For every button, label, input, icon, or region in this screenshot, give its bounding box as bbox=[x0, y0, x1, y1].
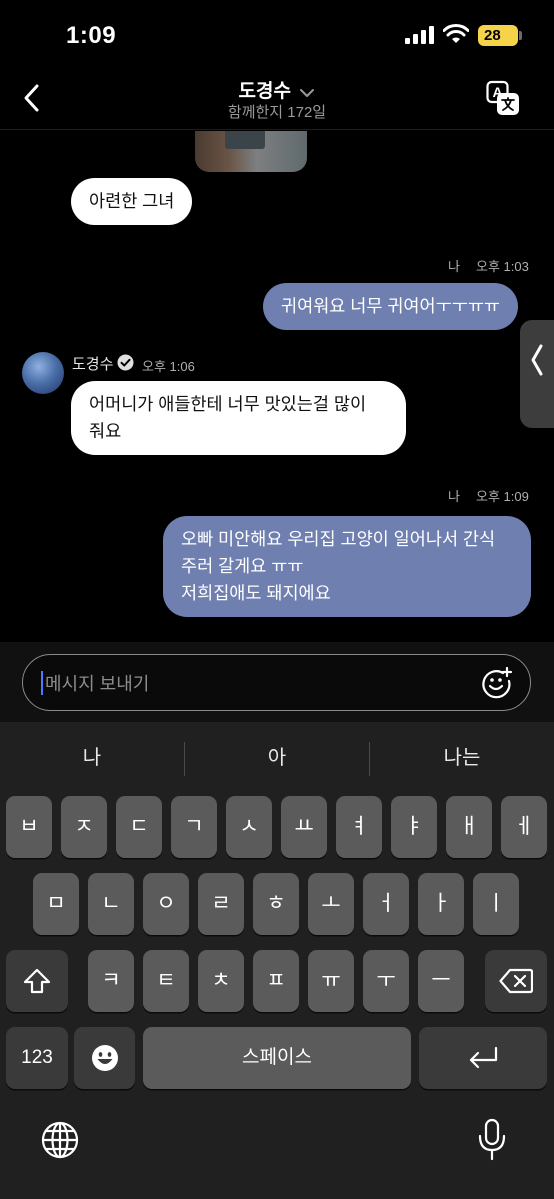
composer-bar: 메시지 보내기 bbox=[0, 642, 554, 722]
backspace-key[interactable] bbox=[485, 950, 547, 1012]
chat-title-button[interactable]: 도경수 bbox=[0, 76, 554, 103]
message-input[interactable]: 메시지 보내기 bbox=[22, 654, 531, 711]
status-time: 1:09 bbox=[66, 22, 117, 49]
verified-icon bbox=[117, 354, 134, 371]
key[interactable]: ㅌ bbox=[143, 950, 189, 1012]
key[interactable]: ㅛ bbox=[281, 796, 327, 858]
chevron-left-icon bbox=[531, 344, 543, 376]
read-sender-label: 나 bbox=[448, 259, 460, 274]
message-list[interactable]: 아련한 그녀 나 오후 1:03 귀여워요 너무 귀여어ㅜㅜㅠㅠ 도경수 오후 … bbox=[0, 131, 554, 642]
read-sender-label: 나 bbox=[448, 489, 460, 504]
key[interactable]: ㅅ bbox=[226, 796, 272, 858]
outgoing-message-bubble[interactable]: 귀여워요 너무 귀여어ㅜㅜㅠㅠ bbox=[263, 283, 519, 330]
key[interactable]: ㅠ bbox=[308, 950, 354, 1012]
mic-icon[interactable] bbox=[476, 1118, 508, 1162]
message-line: 저희집애도 돼지에요 bbox=[181, 583, 331, 603]
space-key[interactable]: 스페이스 bbox=[143, 1027, 411, 1089]
message-time: 오후 1:09 bbox=[476, 489, 529, 504]
chat-title: 도경수 bbox=[238, 81, 291, 102]
key[interactable]: ㅓ bbox=[363, 873, 409, 935]
battery-indicator: 28 bbox=[478, 25, 518, 46]
sender-name: 도경수 bbox=[72, 356, 114, 373]
key[interactable]: ㅍ bbox=[253, 950, 299, 1012]
translate-icon[interactable]: A bbox=[486, 80, 520, 116]
emoji-key[interactable] bbox=[74, 1027, 135, 1089]
avatar[interactable] bbox=[22, 352, 64, 394]
suggestion-bar: 나 아 나는 bbox=[0, 736, 554, 780]
return-key[interactable] bbox=[419, 1027, 547, 1089]
message-line: 줘요 bbox=[89, 421, 122, 441]
message-input-placeholder: 메시지 보내기 bbox=[45, 674, 150, 694]
incoming-message-bubble[interactable]: 아련한 그녀 bbox=[71, 178, 193, 225]
key[interactable]: ㅋ bbox=[88, 950, 134, 1012]
outgoing-message-bubble[interactable]: 오빠 미안해요 우리집 고양이 일어나서 간식 주러 갈게요 ㅠㅠ 저희집애도 … bbox=[163, 516, 531, 617]
key[interactable]: ㅕ bbox=[336, 796, 382, 858]
numbers-key[interactable]: 123 bbox=[6, 1027, 68, 1089]
key[interactable]: ㅐ bbox=[446, 796, 492, 858]
wifi-icon bbox=[443, 24, 469, 43]
key[interactable]: ㅂ bbox=[6, 796, 52, 858]
suggestion-item[interactable]: 나 bbox=[0, 736, 184, 780]
return-icon bbox=[469, 1046, 498, 1069]
message-line: 어머니가 애들한테 너무 맛있는걸 많이 bbox=[89, 394, 367, 414]
key[interactable]: ㅣ bbox=[473, 873, 519, 935]
chevron-down-icon bbox=[300, 88, 315, 97]
emoji-icon bbox=[91, 1045, 118, 1071]
cellular-signal-icon bbox=[405, 26, 434, 44]
shift-icon bbox=[23, 968, 51, 994]
chat-subtitle: 함께한지 172일 bbox=[227, 104, 327, 121]
key[interactable]: ㅑ bbox=[391, 796, 437, 858]
message-line: 주러 갈게요 ㅠㅠ bbox=[181, 556, 304, 576]
message-time: 오후 1:03 bbox=[476, 259, 529, 274]
key[interactable]: ㄷ bbox=[116, 796, 162, 858]
message-text: 아련한 그녀 bbox=[89, 191, 175, 211]
key[interactable]: ㅎ bbox=[253, 873, 299, 935]
shift-key[interactable] bbox=[6, 950, 68, 1012]
chat-header: 도경수 함께한지 172일 A bbox=[0, 70, 554, 130]
key[interactable]: ㅡ bbox=[418, 950, 464, 1012]
key[interactable]: ㄱ bbox=[171, 796, 217, 858]
incoming-message-bubble[interactable]: 어머니가 애들한테 너무 맛있는걸 많이 줘요 bbox=[71, 381, 406, 455]
keyboard: 나 아 나는 ㅂ ㅈ ㄷ ㄱ ㅅ ㅛ ㅕ ㅑ ㅐ ㅔ ㅁ ㄴ ㅇ ㄹ ㅎ ㅗ ㅓ… bbox=[0, 722, 554, 1199]
key[interactable]: ㄴ bbox=[88, 873, 134, 935]
key[interactable]: ㅗ bbox=[308, 873, 354, 935]
text-caret bbox=[41, 671, 43, 695]
message-time: 오후 1:06 bbox=[142, 359, 195, 374]
key[interactable]: ㅇ bbox=[143, 873, 189, 935]
key[interactable]: ㅔ bbox=[501, 796, 547, 858]
key[interactable]: ㅁ bbox=[33, 873, 79, 935]
suggestion-item[interactable]: 아 bbox=[185, 736, 369, 780]
key[interactable]: ㅊ bbox=[198, 950, 244, 1012]
backspace-icon bbox=[499, 968, 533, 994]
suggestion-item[interactable]: 나는 bbox=[370, 736, 554, 780]
message-text: 귀여워요 너무 귀여어ㅜㅜㅠㅠ bbox=[281, 296, 501, 316]
message-line: 오빠 미안해요 우리집 고양이 일어나서 간식 bbox=[181, 529, 496, 549]
photo-message[interactable] bbox=[195, 131, 307, 172]
key[interactable]: ㅏ bbox=[418, 873, 464, 935]
key[interactable]: ㅈ bbox=[61, 796, 107, 858]
key[interactable]: ㅜ bbox=[363, 950, 409, 1012]
emoji-add-icon[interactable] bbox=[481, 667, 513, 699]
key[interactable]: ㄹ bbox=[198, 873, 244, 935]
status-bar: 1:09 28 bbox=[0, 0, 554, 70]
globe-icon[interactable] bbox=[40, 1120, 80, 1160]
battery-cap bbox=[519, 31, 522, 40]
